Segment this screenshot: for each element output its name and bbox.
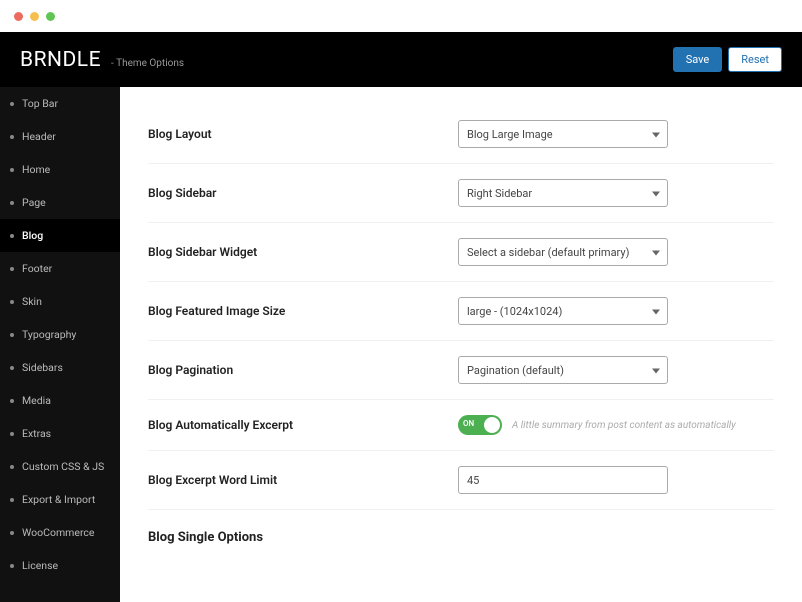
sidebar-item-export-import[interactable]: Export & Import <box>0 483 120 516</box>
reset-button[interactable]: Reset <box>728 47 782 72</box>
sidebar-item-label: Page <box>22 196 46 209</box>
excerpt-limit-input[interactable] <box>458 466 668 494</box>
header-actions: Save Reset <box>673 47 782 72</box>
sidebar-item-extras[interactable]: Extras <box>0 417 120 450</box>
bullet-icon <box>10 168 14 172</box>
featured-image-size-select[interactable]: large - (1024x1024) <box>458 297 668 325</box>
bullet-icon <box>10 135 14 139</box>
toggle-on-label: ON <box>463 419 474 428</box>
field-label: Blog Excerpt Word Limit <box>148 473 458 487</box>
field-label: Blog Layout <box>148 127 458 141</box>
sidebar-item-label: Custom CSS & JS <box>22 460 104 473</box>
sidebar-item-label: Sidebars <box>22 361 63 374</box>
sidebar-item-footer[interactable]: Footer <box>0 252 120 285</box>
field-blog-pagination: Blog Pagination Pagination (default) <box>148 341 774 400</box>
field-control <box>458 466 774 494</box>
bullet-icon <box>10 399 14 403</box>
field-blog-layout: Blog Layout Blog Large Image <box>148 105 774 164</box>
bullet-icon <box>10 201 14 205</box>
bullet-icon <box>10 333 14 337</box>
field-control: large - (1024x1024) <box>458 297 774 325</box>
bullet-icon <box>10 432 14 436</box>
close-window-dot[interactable] <box>14 12 23 21</box>
sidebar-item-media[interactable]: Media <box>0 384 120 417</box>
sidebar-nav: Top Bar Header Home Page Blog Footer Skin Typog… <box>0 87 120 602</box>
sidebar-item-top-bar[interactable]: Top Bar <box>0 87 120 120</box>
field-label: Blog Sidebar Widget <box>148 245 458 259</box>
bullet-icon <box>10 300 14 304</box>
sidebar-item-label: Footer <box>22 262 52 275</box>
bullet-icon <box>10 366 14 370</box>
header-left: BRNDLE - Theme Options <box>20 48 184 72</box>
bullet-icon <box>10 465 14 469</box>
field-control: Select a sidebar (default primary) <box>458 238 774 266</box>
sidebar-item-home[interactable]: Home <box>0 153 120 186</box>
minimize-window-dot[interactable] <box>30 12 39 21</box>
bullet-icon <box>10 102 14 106</box>
field-auto-excerpt: Blog Automatically Excerpt ON A little s… <box>148 400 774 451</box>
sidebar-item-label: WooCommerce <box>22 526 94 539</box>
field-label: Blog Sidebar <box>148 186 458 200</box>
sidebar-item-label: Top Bar <box>22 97 58 110</box>
sidebar-item-header[interactable]: Header <box>0 120 120 153</box>
field-excerpt-limit: Blog Excerpt Word Limit <box>148 451 774 510</box>
window-titlebar <box>0 0 802 32</box>
sidebar-item-label: License <box>22 559 58 572</box>
save-button[interactable]: Save <box>673 47 723 72</box>
section-blog-single-options: Blog Single Options <box>148 510 774 553</box>
bullet-icon <box>10 498 14 502</box>
main-body: Top Bar Header Home Page Blog Footer Skin Typog… <box>0 87 802 602</box>
blog-pagination-select[interactable]: Pagination (default) <box>458 356 668 384</box>
bullet-icon <box>10 531 14 535</box>
content-panel: Blog Layout Blog Large Image Blog Sideba… <box>120 87 802 602</box>
page-subtitle: - Theme Options <box>111 58 184 69</box>
sidebar-item-page[interactable]: Page <box>0 186 120 219</box>
field-label: Blog Featured Image Size <box>148 304 458 318</box>
field-blog-sidebar-widget: Blog Sidebar Widget Select a sidebar (de… <box>148 223 774 282</box>
sidebar-item-label: Media <box>22 394 51 407</box>
sidebar-item-blog[interactable]: Blog <box>0 219 120 252</box>
sidebar-item-label: Typography <box>22 328 76 341</box>
field-control: Blog Large Image <box>458 120 774 148</box>
sidebar-item-custom-css-js[interactable]: Custom CSS & JS <box>0 450 120 483</box>
blog-layout-select[interactable]: Blog Large Image <box>458 120 668 148</box>
sidebar-item-label: Extras <box>22 427 51 440</box>
top-header: BRNDLE - Theme Options Save Reset <box>0 32 802 87</box>
sidebar-item-license[interactable]: License <box>0 549 120 582</box>
field-label: Blog Automatically Excerpt <box>148 418 458 432</box>
blog-sidebar-widget-select[interactable]: Select a sidebar (default primary) <box>458 238 668 266</box>
bullet-icon <box>10 267 14 271</box>
sidebar-item-label: Skin <box>22 295 42 308</box>
auto-excerpt-toggle[interactable]: ON <box>458 415 502 435</box>
bullet-icon <box>10 234 14 238</box>
field-control: Pagination (default) <box>458 356 774 384</box>
sidebar-item-sidebars[interactable]: Sidebars <box>0 351 120 384</box>
sidebar-item-label: Export & Import <box>22 493 95 506</box>
field-label: Blog Pagination <box>148 363 458 377</box>
field-control: Right Sidebar <box>458 179 774 207</box>
blog-sidebar-select[interactable]: Right Sidebar <box>458 179 668 207</box>
sidebar-item-label: Blog <box>22 229 43 242</box>
sidebar-item-typography[interactable]: Typography <box>0 318 120 351</box>
toggle-knob <box>484 417 500 433</box>
field-featured-image-size: Blog Featured Image Size large - (1024x1… <box>148 282 774 341</box>
toggle-description: A little summary from post content as au… <box>512 420 736 431</box>
sidebar-item-woocommerce[interactable]: WooCommerce <box>0 516 120 549</box>
field-blog-sidebar: Blog Sidebar Right Sidebar <box>148 164 774 223</box>
maximize-window-dot[interactable] <box>46 12 55 21</box>
bullet-icon <box>10 564 14 568</box>
field-control: ON A little summary from post content as… <box>458 415 774 435</box>
sidebar-item-skin[interactable]: Skin <box>0 285 120 318</box>
sidebar-item-label: Home <box>22 163 50 176</box>
sidebar-item-label: Header <box>22 130 56 143</box>
brand-logo: BRNDLE <box>20 48 101 72</box>
